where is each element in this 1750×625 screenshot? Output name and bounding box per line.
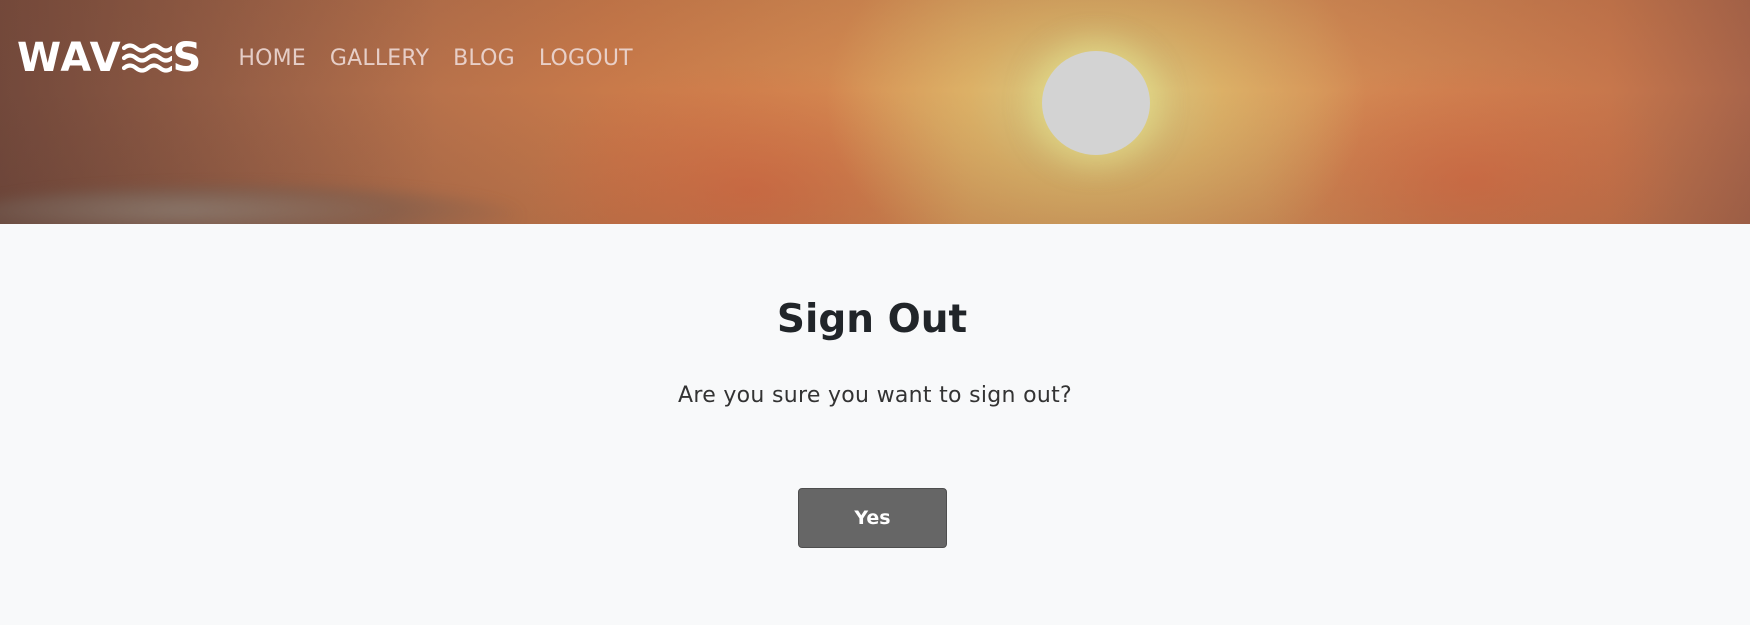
brand-text-end: S [172,35,203,81]
nav-blog-link[interactable]: BLOG [453,46,515,71]
hero-banner: WAV S HOME GALLERY BLOG LOGOUT [0,0,1750,224]
signout-panel: Sign Out Are you sure you want to sign o… [0,224,1750,548]
nav-links: HOME GALLERY BLOG LOGOUT [238,46,656,71]
brand-logo[interactable]: WAV S [17,38,202,78]
nav-gallery-link[interactable]: GALLERY [330,46,429,71]
brand-text-start: WAV [17,35,122,81]
page-title: Sign Out [776,297,968,342]
nav-logout-link[interactable]: LOGOUT [539,46,633,71]
confirm-signout-button[interactable]: Yes [798,488,947,548]
waves-icon [121,43,172,73]
nav-home-link[interactable]: HOME [238,46,306,71]
navbar: WAV S HOME GALLERY BLOG LOGOUT [0,0,657,116]
signout-prompt: Are you sure you want to sign out? [678,383,1072,408]
sun-image [1042,51,1150,155]
